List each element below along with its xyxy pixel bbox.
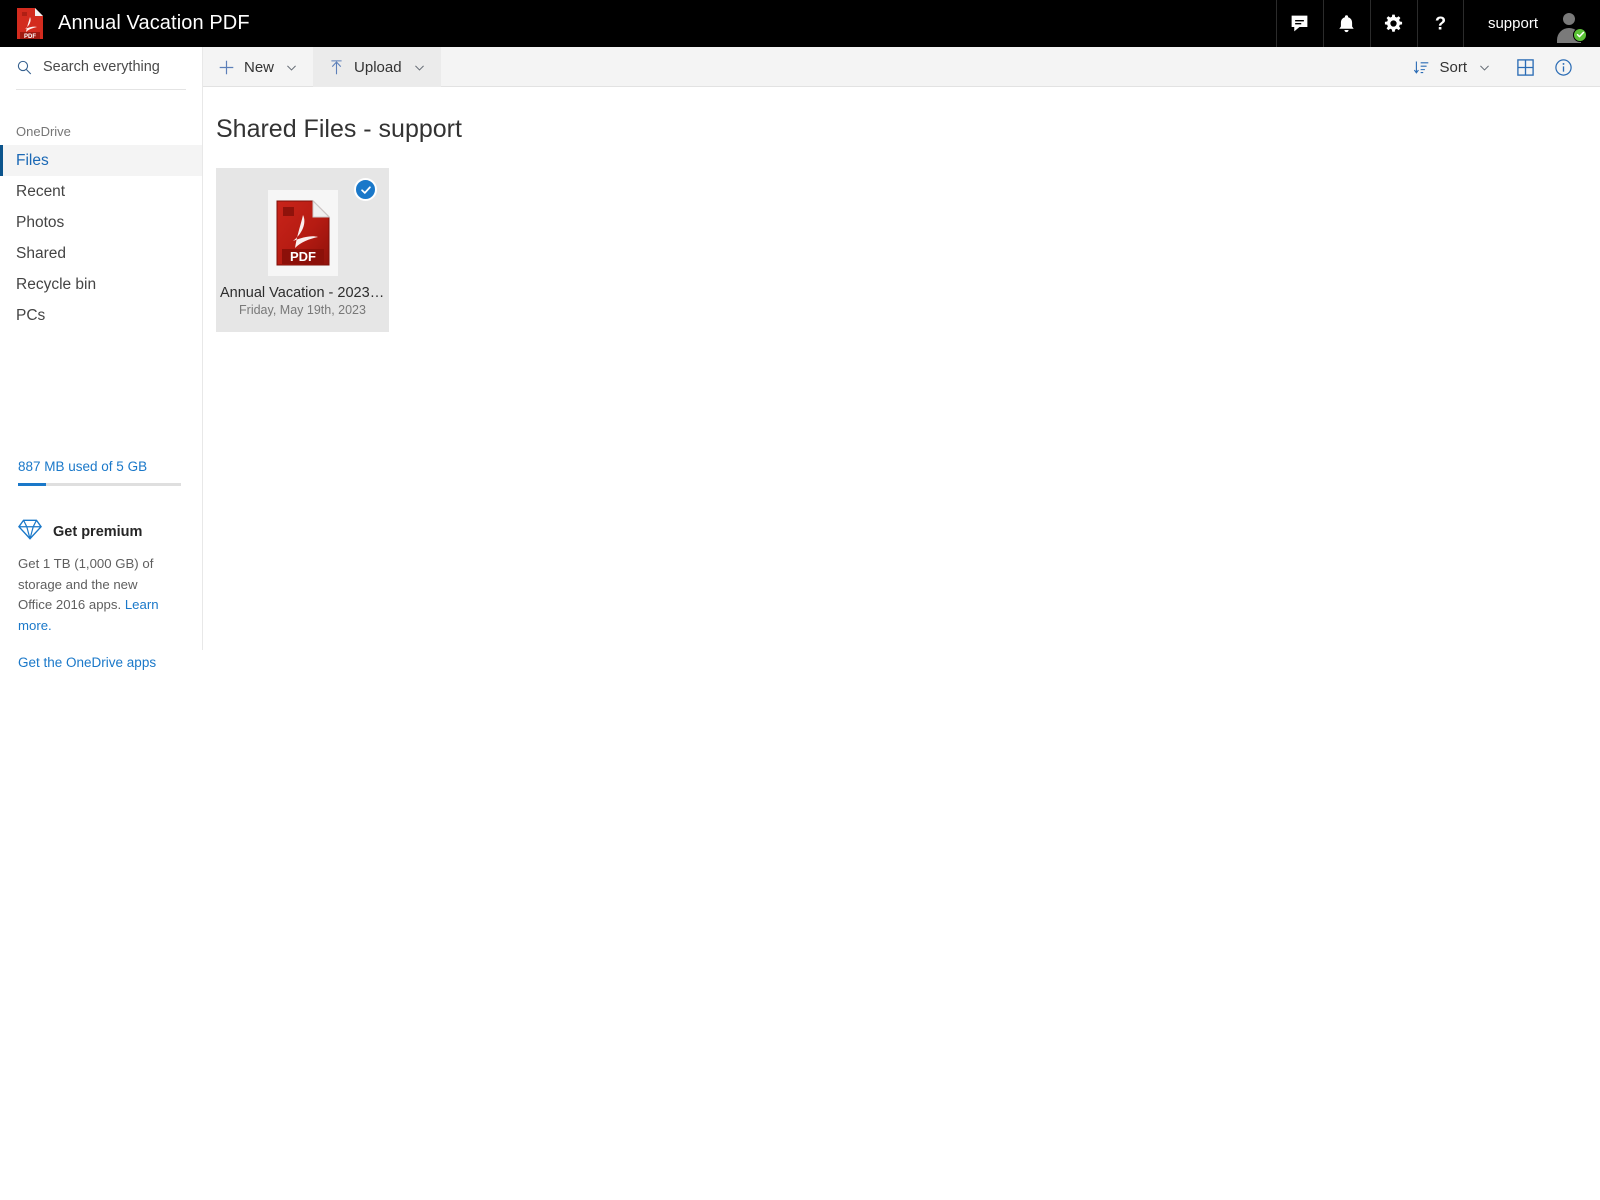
sidebar-item-label: Recent bbox=[16, 182, 66, 200]
command-bar-right-group: Sort bbox=[1398, 47, 1600, 86]
sidebar-item-recycle-bin[interactable]: Recycle bin bbox=[0, 269, 202, 300]
svg-text:PDF: PDF bbox=[24, 34, 36, 40]
svg-text:?: ? bbox=[1435, 13, 1446, 34]
chevron-down-icon bbox=[1478, 61, 1491, 74]
app-title: Annual Vacation PDF bbox=[58, 12, 250, 34]
file-date-label: Friday, May 19th, 2023 bbox=[239, 303, 366, 317]
main-content: Shared Files - support PDF Annual Vacati… bbox=[203, 87, 1600, 1200]
sidebar-item-label: Shared bbox=[16, 244, 66, 262]
command-bar-spacer bbox=[441, 47, 1399, 86]
suite-header-bar: PDF Annual Vacation PDF ? support bbox=[0, 0, 1600, 47]
storage-usage-label[interactable]: 887 MB used of 5 GB bbox=[0, 459, 203, 474]
grid-view-icon[interactable] bbox=[1506, 47, 1544, 87]
svg-text:PDF: PDF bbox=[290, 249, 316, 264]
sidebar-item-recent[interactable]: Recent bbox=[0, 176, 202, 207]
header-icon-group: ? bbox=[1275, 0, 1464, 47]
get-premium-row[interactable]: Get premium bbox=[0, 486, 203, 545]
sidebar-item-files[interactable]: Files bbox=[0, 145, 202, 176]
file-name-label: Annual Vacation - 2023.pdf bbox=[220, 285, 389, 301]
get-premium-label: Get premium bbox=[53, 524, 143, 540]
diamond-icon bbox=[18, 519, 42, 545]
sidebar: OneDrive Files Recent Photos Shared Recy… bbox=[0, 47, 203, 670]
sidebar-item-pcs[interactable]: PCs bbox=[0, 300, 202, 331]
chat-icon[interactable] bbox=[1275, 0, 1323, 47]
nav-section-heading: OneDrive bbox=[16, 124, 71, 139]
file-tile[interactable]: PDF Annual Vacation - 2023.pdf Friday, M… bbox=[216, 168, 389, 332]
sort-icon bbox=[1413, 59, 1430, 76]
get-onedrive-apps-link[interactable]: Get the OneDrive apps bbox=[0, 636, 203, 670]
sort-button[interactable]: Sort bbox=[1398, 47, 1506, 87]
sidebar-item-photos[interactable]: Photos bbox=[0, 207, 202, 238]
search-input[interactable] bbox=[43, 59, 183, 75]
sidebar-item-label: PCs bbox=[16, 306, 46, 324]
sidebar-item-label: Files bbox=[16, 151, 49, 169]
chevron-down-icon bbox=[413, 61, 426, 74]
upload-button-label: Upload bbox=[354, 58, 402, 76]
premium-description: Get 1 TB (1,000 GB) of storage and the n… bbox=[0, 545, 190, 636]
sort-button-label: Sort bbox=[1439, 58, 1467, 76]
file-thumbnail: PDF bbox=[267, 190, 338, 276]
plus-icon bbox=[218, 59, 235, 76]
command-bar: New Upload Sort bbox=[203, 47, 1600, 87]
help-question-icon[interactable]: ? bbox=[1416, 0, 1464, 47]
chevron-down-icon bbox=[285, 61, 298, 74]
info-circle-icon[interactable] bbox=[1544, 47, 1582, 87]
file-tile-grid: PDF Annual Vacation - 2023.pdf Friday, M… bbox=[203, 144, 1600, 332]
pdf-file-icon: PDF bbox=[275, 199, 331, 267]
sidebar-item-shared[interactable]: Shared bbox=[0, 238, 202, 269]
user-name-label: support bbox=[1487, 15, 1538, 32]
notifications-bell-icon[interactable] bbox=[1322, 0, 1370, 47]
settings-gear-icon[interactable] bbox=[1369, 0, 1417, 47]
new-button[interactable]: New bbox=[203, 47, 313, 87]
user-menu[interactable]: support bbox=[1464, 0, 1600, 47]
upload-button[interactable]: Upload bbox=[313, 47, 441, 87]
storage-section: 887 MB used of 5 GB Get premium Get 1 TB… bbox=[0, 459, 203, 670]
selected-check-icon[interactable] bbox=[354, 178, 377, 201]
sidebar-item-label: Photos bbox=[16, 213, 65, 231]
pdf-file-icon: PDF bbox=[16, 7, 44, 40]
online-status-check-icon bbox=[1573, 27, 1587, 42]
sidebar-item-label: Recycle bin bbox=[16, 275, 97, 293]
avatar[interactable] bbox=[1552, 7, 1587, 43]
new-button-label: New bbox=[244, 58, 275, 76]
search-icon bbox=[16, 59, 33, 76]
app-brand: PDF Annual Vacation PDF bbox=[0, 0, 250, 47]
upload-arrow-icon bbox=[328, 59, 345, 76]
search-box[interactable] bbox=[0, 47, 202, 87]
page-title: Shared Files - support bbox=[216, 115, 462, 143]
